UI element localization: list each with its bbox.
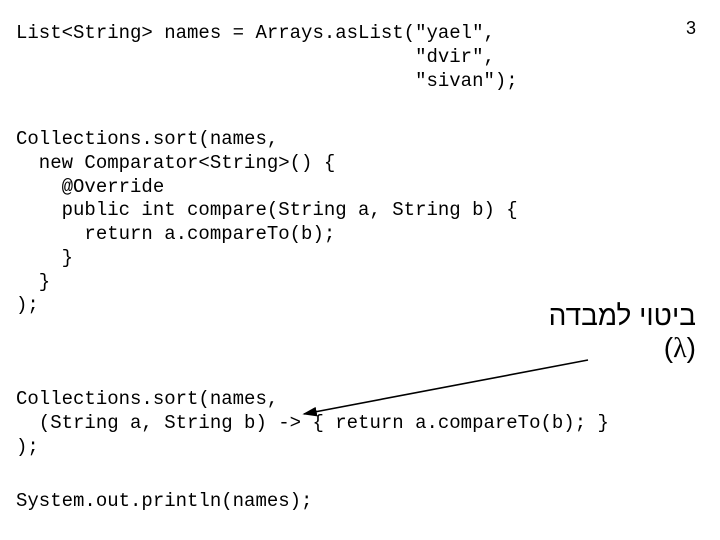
- page-number: 3: [686, 18, 696, 39]
- code-block-aslist: List<String> names = Arrays.asList("yael…: [16, 22, 518, 93]
- code-block-println: System.out.println(names);: [16, 490, 312, 514]
- annotation-line2: (λ): [549, 332, 696, 365]
- code-block-anonymous-comparator: Collections.sort(names, new Comparator<S…: [16, 128, 518, 318]
- code-block-lambda: Collections.sort(names, (String a, Strin…: [16, 388, 609, 459]
- annotation-line1: ביטוי למבדה: [549, 300, 696, 332]
- annotation-lambda-expression: ביטוי למבדה (λ): [549, 300, 696, 365]
